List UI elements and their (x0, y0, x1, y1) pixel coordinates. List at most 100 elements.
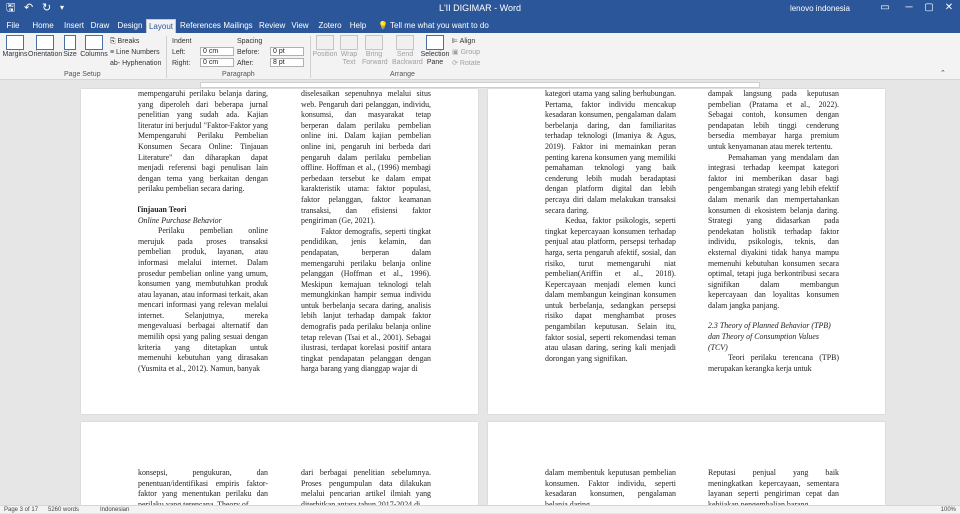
margins-button[interactable]: Margins (2, 35, 28, 59)
restore-button[interactable]: ▢ (918, 1, 940, 15)
tab-references[interactable]: References (180, 19, 221, 33)
align-label: Align (459, 38, 476, 45)
user-name[interactable]: lenovo indonesia (790, 3, 850, 14)
tab-file[interactable]: File (2, 19, 24, 33)
heading-2: 2.Tinjauan Teori (138, 205, 268, 216)
columns-label: Columns (80, 51, 108, 58)
page-column: dari berbagai penelitian sebelumnya. Pro… (301, 468, 431, 505)
title-bar: 🖫 ↶ ↻ ▾ L'II DIGIMAR - Word lenovo indon… (0, 0, 960, 17)
send-backward-icon (396, 35, 414, 50)
ruler-bar (200, 82, 760, 88)
wrap-text-icon (340, 35, 358, 50)
orientation-button[interactable]: Orientation (28, 35, 62, 59)
heading-2-3: 2.3 Theory of Planned Behavior (TPB) dan… (708, 321, 831, 352)
send-backward-label: Send Backward (392, 51, 423, 66)
indent-heading: Indent (172, 38, 192, 45)
page-column: mempengaruhi perilaku belanja daring, ya… (138, 89, 268, 414)
tab-view[interactable]: View (289, 19, 311, 33)
paragraph: dari berbagai penelitian sebelumnya. Pro… (301, 468, 431, 505)
orientation-label: Orientation (28, 51, 63, 58)
tab-review[interactable]: Review (259, 19, 285, 33)
spacing-before-label: Before: (237, 49, 260, 56)
horizontal-ruler[interactable] (0, 81, 960, 89)
paragraph: diselesaikan sepenuhnya melalui situs we… (301, 89, 431, 226)
minimize-button[interactable]: ─ (898, 1, 920, 15)
breaks-button[interactable]: ⎘ Breaks (110, 37, 139, 46)
lightbulb-icon: 💡 (378, 21, 391, 30)
align-icon: ⊫ (452, 38, 460, 45)
ribbon-layout: Margins Orientation Size Columns ⎘ Break… (0, 33, 960, 80)
heading-text: Tinjauan Teori (138, 204, 187, 214)
page-column: diselesaikan sepenuhnya melalui situs we… (301, 89, 431, 414)
hyphenation-button[interactable]: ab- Hyphenation (110, 59, 161, 68)
tab-mailings[interactable]: Mailings (222, 19, 254, 33)
group-button[interactable]: ▣ Group (452, 48, 480, 57)
page-column: dalam membentuk keputusan pembelian kons… (545, 468, 676, 505)
indent-left-label: Left: (172, 49, 186, 56)
line-numbers-button[interactable]: ≡ Line Numbers (110, 48, 160, 57)
close-button[interactable]: ✕ (938, 1, 960, 15)
indent-right-label: Right: (172, 60, 191, 67)
page[interactable]: konsepsi, pengukuran, dan penentuan/iden… (81, 422, 478, 505)
bring-forward-icon (365, 35, 383, 50)
tab-draw[interactable]: Draw (89, 19, 111, 33)
tab-help[interactable]: Help (348, 19, 368, 33)
paragraph: Reputasi penjual yang baik meningkatkan … (708, 468, 839, 505)
position-icon (316, 35, 334, 50)
tab-design[interactable]: Design (116, 19, 144, 33)
send-backward-button[interactable]: Send Backward (392, 35, 423, 67)
margins-label: Margins (2, 51, 28, 58)
indent-right-input[interactable]: 0 cm (200, 58, 234, 67)
position-button[interactable]: Position (312, 35, 338, 59)
tab-insert[interactable]: Insert (61, 19, 87, 33)
margins-icon (6, 35, 24, 50)
bring-forward-button[interactable]: Bring Forward (362, 35, 388, 67)
rotate-button[interactable]: ⟳ Rotate (452, 59, 480, 68)
orientation-icon (36, 35, 54, 50)
tell-me-text: Tell me what you want to do (390, 21, 489, 30)
ribbon-display-options-icon[interactable]: ▭ (874, 1, 896, 15)
paragraph: mempengaruhi perilaku belanja daring, ya… (138, 89, 268, 194)
size-button[interactable]: Size (62, 35, 78, 59)
rotate-label: Rotate (459, 60, 481, 67)
hyphenation-label: Hyphenation (122, 60, 162, 67)
group-divider (166, 36, 167, 78)
page[interactable]: mempengaruhi perilaku belanja daring, ya… (81, 89, 478, 414)
paragraph: dampak langsung pada keputusan pembelian… (708, 89, 839, 151)
paragraph: Kedua, faktor psikologis, seperti tingka… (545, 216, 676, 363)
group-label: Group (460, 49, 481, 56)
columns-icon (85, 35, 103, 50)
page[interactable]: kategori utama yang saling berhubungan. … (488, 89, 885, 414)
bring-forward-label: Bring Forward (362, 51, 388, 66)
page-column: konsepsi, pengukuran, dan penentuan/iden… (138, 468, 268, 505)
spacing-before-input[interactable]: 0 pt (270, 47, 304, 56)
group-divider (310, 36, 311, 78)
spacing-heading: Spacing (237, 38, 263, 45)
tab-home[interactable]: Home (30, 19, 56, 33)
selection-pane-icon (426, 35, 444, 50)
arrange-group-label: Arrange (390, 71, 415, 78)
page[interactable]: dalam membentuk keputusan pembelian kons… (488, 422, 885, 505)
columns-button[interactable]: Columns (80, 35, 108, 59)
wrap-text-button[interactable]: Wrap Text (338, 35, 360, 67)
ribbon-tabs: File Home Insert Draw Design Layout Refe… (0, 17, 960, 33)
wrap-text-label: Wrap Text (340, 51, 358, 66)
spacing-after-input[interactable]: 8 pt (270, 58, 304, 67)
tab-layout[interactable]: Layout (146, 19, 176, 33)
paragraph: Teori perilaku terencana (TPB) merupakan… (708, 353, 839, 373)
status-bar: Page 3 of 17 5260 words Indonesian 100% (0, 505, 960, 513)
selection-pane-button[interactable]: Selection Pane (420, 35, 450, 67)
tab-zotero[interactable]: Zotero (317, 19, 343, 33)
align-button[interactable]: ⊫ Align (452, 37, 475, 46)
group-icon: ▣ (452, 49, 461, 56)
size-icon (64, 35, 76, 50)
rotate-icon: ⟳ (452, 60, 460, 67)
indent-left-input[interactable]: 0 cm (200, 47, 234, 56)
selection-pane-label: Selection Pane (420, 51, 450, 66)
paragraph: Pemahaman yang mendalam dan integrasi te… (708, 152, 839, 310)
paragraph: konsepsi, pengukuran, dan penentuan/iden… (138, 468, 268, 505)
tell-me-search[interactable]: 💡 Tell me what you want to do (378, 19, 489, 33)
collapse-ribbon-icon[interactable]: ⌃ (940, 69, 946, 78)
paragraph: Faktor demografis, seperti tingkat pendi… (301, 226, 431, 374)
line-numbers-label: Line Numbers (116, 49, 160, 56)
